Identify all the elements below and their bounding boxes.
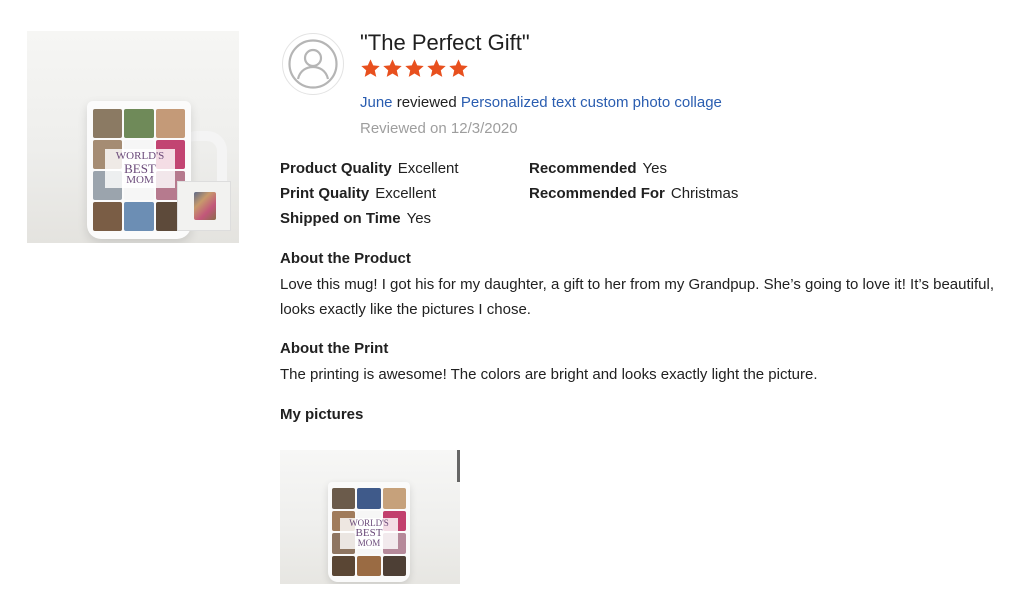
mini-mug-image <box>177 181 231 231</box>
about-print-heading: About the Print <box>280 340 389 357</box>
attr-label: Recommended For <box>529 185 665 202</box>
scroll-edge <box>457 450 460 482</box>
attr-recommended-for: Recommended For Christmas <box>529 185 738 202</box>
user-icon <box>288 39 338 89</box>
review-title: "The Perfect Gift" <box>360 30 530 55</box>
product-link[interactable]: Personalized text custom photo collage <box>461 94 722 111</box>
star-icon <box>383 59 402 77</box>
star-icon <box>427 59 446 77</box>
attr-shipped-on-time: Shipped on Time Yes <box>280 210 431 227</box>
star-icon <box>361 59 380 77</box>
attr-value: Excellent <box>375 185 437 202</box>
attr-label: Print Quality <box>280 185 370 202</box>
attr-print-quality: Print Quality Excellent <box>280 185 436 202</box>
about-print-text: The printing is awesome! The colors are … <box>280 366 818 383</box>
attr-label: Shipped on Time <box>280 210 401 227</box>
star-rating <box>360 58 469 79</box>
attr-value: Yes <box>642 160 668 177</box>
mug-print-text: WORLD'S BEST MOM <box>340 518 398 549</box>
attr-product-quality: Product Quality Excellent <box>280 160 459 177</box>
star-icon <box>405 59 424 77</box>
attr-value: Christmas <box>670 185 739 202</box>
mug-print-text: WORLD'S BEST MOM <box>105 149 175 188</box>
reviewed-word: reviewed <box>396 94 457 111</box>
product-thumbnail[interactable]: WORLD'S BEST MOM <box>27 31 239 243</box>
reviewer-avatar <box>282 33 344 95</box>
mug-image: WORLD'S BEST MOM <box>87 101 191 239</box>
reviewer-line: June reviewed Personalized text custom p… <box>360 94 722 111</box>
about-product-heading: About the Product <box>280 250 411 267</box>
attr-value: Yes <box>406 210 432 227</box>
attr-recommended: Recommended Yes <box>529 160 667 177</box>
star-icon <box>449 59 468 77</box>
my-pictures-heading: My pictures <box>280 406 364 423</box>
review-date: Reviewed on 12/3/2020 <box>360 120 518 137</box>
attr-label: Recommended <box>529 160 637 177</box>
attr-value: Excellent <box>397 160 459 177</box>
customer-photo[interactable]: WORLD'S BEST MOM <box>280 450 460 584</box>
reviewer-name-link[interactable]: June <box>360 94 393 111</box>
about-product-text: Love this mug! I got his for my daughter… <box>280 276 994 318</box>
attr-label: Product Quality <box>280 160 392 177</box>
mug-photo: WORLD'S BEST MOM <box>328 482 410 582</box>
